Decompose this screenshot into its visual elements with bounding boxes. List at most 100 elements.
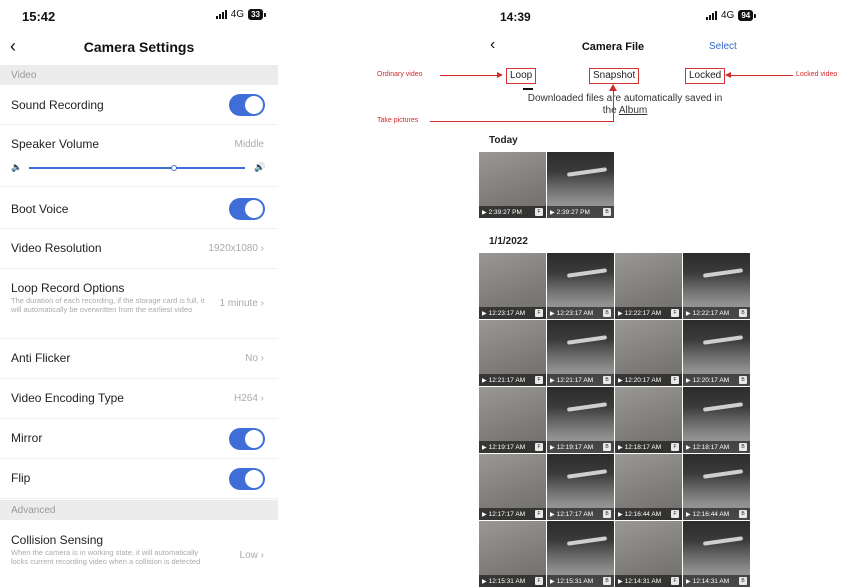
video-thumbnail[interactable]: ▶ 12:18:17 AM B xyxy=(683,387,750,453)
boot-voice-toggle[interactable] xyxy=(229,198,265,220)
camera-side-badge: F xyxy=(535,376,543,384)
sound-recording-label: Sound Recording xyxy=(11,98,104,112)
video-thumbnail[interactable]: ▶ 12:17:17 AM B xyxy=(547,454,614,520)
camera-side-badge: B xyxy=(739,510,747,518)
camera-side-badge: B xyxy=(603,577,611,585)
active-tab-indicator xyxy=(523,88,533,90)
play-icon: ▶ xyxy=(550,377,555,384)
thumbnail-time: 12:14:31 AM xyxy=(692,577,730,585)
select-button[interactable]: Select xyxy=(709,41,737,52)
thumbnail-time: 12:21:17 AM xyxy=(556,376,594,384)
tab-snapshot[interactable]: Snapshot xyxy=(589,68,640,84)
video-thumbnail[interactable]: ▶ 12:14:31 AM B xyxy=(683,521,750,587)
boot-voice-label: Boot Voice xyxy=(11,202,69,216)
play-icon: ▶ xyxy=(482,444,487,451)
notice-line-1: Downloaded files are automatically saved… xyxy=(527,93,723,104)
tab-locked[interactable]: Locked xyxy=(685,68,726,84)
play-icon: ▶ xyxy=(550,310,555,317)
row-video-encoding[interactable]: Video Encoding Type H264 › xyxy=(0,379,278,419)
page-title: Camera Settings xyxy=(83,39,195,55)
play-icon: ▶ xyxy=(550,209,555,216)
volume-high-icon: 🔊 xyxy=(254,162,266,172)
network-label: 4G xyxy=(721,10,735,21)
status-bar: 15:42 4G 33 xyxy=(0,0,278,32)
camera-side-badge: F xyxy=(671,577,679,585)
slider-thumb[interactable] xyxy=(170,165,177,171)
video-thumbnail[interactable]: ▶ 12:16:44 AM B xyxy=(683,454,750,520)
camera-side-badge: F xyxy=(535,510,543,518)
camera-side-badge: B xyxy=(739,309,747,317)
arrow-locked-video xyxy=(731,75,793,76)
thumbnail-time: 12:15:31 AM xyxy=(556,577,594,585)
speaker-volume-slider[interactable] xyxy=(29,165,245,171)
album-link[interactable]: Album xyxy=(619,105,647,116)
video-thumbnail[interactable]: ▶ 12:19:17 AM B xyxy=(547,387,614,453)
video-thumbnail[interactable]: ▶ 12:19:17 AM F xyxy=(479,387,546,453)
group-title-date: 1/1/2022 xyxy=(489,236,528,247)
play-icon: ▶ xyxy=(482,377,487,384)
play-icon: ▶ xyxy=(618,444,623,451)
camera-side-badge: F xyxy=(535,208,543,216)
thumbnail-time: 12:18:17 AM xyxy=(624,443,662,451)
video-resolution-label: Video Resolution xyxy=(11,241,102,255)
video-thumbnail[interactable]: ▶ 2:39:27 PM B xyxy=(547,152,614,218)
arrow-take-pictures-v xyxy=(613,90,614,122)
sound-recording-toggle[interactable] xyxy=(229,94,265,116)
video-thumbnail[interactable]: ▶ 2:39:27 PM F xyxy=(479,152,546,218)
video-thumbnail[interactable]: ▶ 12:16:44 AM F xyxy=(615,454,682,520)
loop-record-label: Loop Record Options xyxy=(11,281,125,295)
section-header-video: Video xyxy=(0,65,278,85)
thumbnail-time: 12:22:17 AM xyxy=(624,309,662,317)
status-time: 14:39 xyxy=(500,10,531,24)
video-encoding-label: Video Encoding Type xyxy=(11,391,124,405)
video-thumbnail[interactable]: ▶ 12:18:17 AM F xyxy=(615,387,682,453)
row-anti-flicker[interactable]: Anti Flicker No › xyxy=(0,339,278,379)
video-thumbnail[interactable]: ▶ 12:15:31 AM F xyxy=(479,521,546,587)
video-thumbnail[interactable]: ▶ 12:22:17 AM B xyxy=(683,253,750,319)
video-thumbnail[interactable]: ▶ 12:17:17 AM F xyxy=(479,454,546,520)
thumbnail-time: 12:15:31 AM xyxy=(488,577,526,585)
battery-level: 33 xyxy=(248,9,263,20)
notice-line-2: the Album xyxy=(500,105,750,117)
camera-side-badge: B xyxy=(603,309,611,317)
annotation-locked-video: Locked video xyxy=(796,71,838,78)
thumbnail-time: 12:17:17 AM xyxy=(556,510,594,518)
thumbnail-time: 12:22:17 AM xyxy=(692,309,730,317)
video-thumbnail[interactable]: ▶ 12:21:17 AM F xyxy=(479,320,546,386)
flip-toggle[interactable] xyxy=(229,468,265,490)
status-time: 15:42 xyxy=(22,9,56,24)
thumbnail-time: 12:20:17 AM xyxy=(624,376,662,384)
camera-side-badge: B xyxy=(603,510,611,518)
mirror-toggle[interactable] xyxy=(229,428,265,450)
thumbnail-time: 12:23:17 AM xyxy=(556,309,594,317)
row-collision-sensing[interactable]: Collision Sensing When the camera is in … xyxy=(0,520,278,588)
camera-side-badge: F xyxy=(535,309,543,317)
video-thumbnail[interactable]: ▶ 12:20:17 AM B xyxy=(683,320,750,386)
row-video-resolution[interactable]: Video Resolution 1920x1080 › xyxy=(0,229,278,269)
row-loop-record[interactable]: Loop Record Options The duration of each… xyxy=(0,269,278,339)
video-thumbnail[interactable]: ▶ 12:22:17 AM F xyxy=(615,253,682,319)
thumbnail-time: 12:19:17 AM xyxy=(556,443,594,451)
video-thumbnail[interactable]: ▶ 12:23:17 AM B xyxy=(547,253,614,319)
camera-side-badge: F xyxy=(535,577,543,585)
thumbnail-time: 12:20:17 AM xyxy=(692,376,730,384)
video-thumbnail[interactable]: ▶ 12:14:31 AM F xyxy=(615,521,682,587)
play-icon: ▶ xyxy=(618,511,623,518)
collision-sensing-label: Collision Sensing xyxy=(11,533,104,547)
status-indicators: 4G 33 xyxy=(215,9,266,20)
status-indicators: 4G 94 xyxy=(706,10,757,21)
camera-side-badge: B xyxy=(739,577,747,585)
group-title-today: Today xyxy=(489,135,518,146)
video-thumbnail[interactable]: ▶ 12:21:17 AM B xyxy=(547,320,614,386)
play-icon: ▶ xyxy=(482,578,487,585)
video-thumbnail[interactable]: ▶ 12:15:31 AM B xyxy=(547,521,614,587)
thumbnail-time: 12:21:17 AM xyxy=(488,376,526,384)
tab-loop[interactable]: Loop xyxy=(506,68,537,84)
play-icon: ▶ xyxy=(618,578,623,585)
video-thumbnail[interactable]: ▶ 12:20:17 AM F xyxy=(615,320,682,386)
row-boot-voice: Boot Voice xyxy=(0,189,278,229)
play-icon: ▶ xyxy=(550,444,555,451)
video-thumbnail[interactable]: ▶ 12:23:17 AM F xyxy=(479,253,546,319)
arrow-ordinary-video xyxy=(440,75,498,76)
loop-record-value: 1 minute › xyxy=(219,298,264,309)
